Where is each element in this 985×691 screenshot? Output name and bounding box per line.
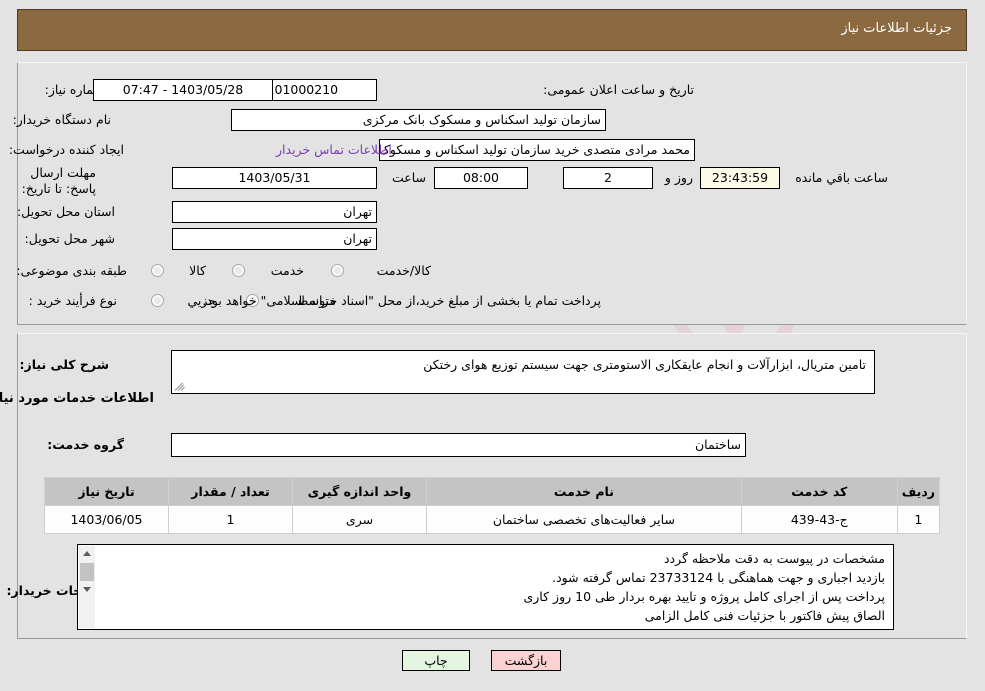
buyer-notes-line: پرداخت پس از اجرای کامل پروژه و تایید به… <box>524 589 886 604</box>
cell-need-date: 1403/06/05 <box>45 505 170 534</box>
page-header-bar: جزئیات اطلاعات نیاز <box>18 9 968 51</box>
resize-grip-icon[interactable] <box>175 380 187 392</box>
public-announce-label: تاریخ و ساعت اعلان عمومی: <box>544 82 695 97</box>
general-desc-value: تامین متریال، ابزارآلات و انجام عایقکاری… <box>424 357 867 372</box>
deadline-label: مهلت ارسال پاسخ: تا تاریخ: <box>22 165 97 196</box>
process-label: نوع فرأیند خرید : <box>29 293 118 308</box>
radio-process-jozi[interactable] <box>152 294 165 307</box>
col-row-no: ردیف <box>897 477 942 506</box>
buyer-contact-link[interactable]: اطلاعات تماس خریدار <box>277 142 393 157</box>
buyer-notes-textarea[interactable]: مشخصات در پیوست به دقت ملاحظه گردد بازدی… <box>78 544 895 630</box>
category-label: طبقه بندی موضوعی: <box>17 263 128 278</box>
radio-category-kala-label: کالا <box>190 263 207 278</box>
table-row: 1 ج-43-439 سایر فعالیت‌های تخصصی ساختمان… <box>45 505 942 534</box>
general-desc-label: شرح کلی نیاز: <box>20 357 110 372</box>
need-details-page: AriaTender.net جزئیات اطلاعات نیاز شماره… <box>0 0 985 691</box>
cell-unit: سری <box>293 505 428 534</box>
countdown-label: ساعت باقي مانده <box>796 170 889 185</box>
notes-scrollbar[interactable] <box>80 546 96 628</box>
col-quantity: تعداد / مقدار <box>169 477 294 506</box>
requester-label: ایجاد کننده درخواست: <box>9 142 125 157</box>
need-summary-panel <box>18 62 968 325</box>
cell-quantity: 1 <box>169 505 294 534</box>
col-unit: واحد اندازه گیری <box>293 477 428 506</box>
col-service-name: نام خدمت <box>427 477 743 506</box>
radio-category-kala-khedmat[interactable] <box>332 264 345 277</box>
col-service-code: کد خدمت <box>741 477 899 506</box>
buyer-notes-body: مشخصات در پیوست به دقت ملاحظه گردد بازدی… <box>79 545 894 629</box>
remaining-days-value: 2 <box>564 167 654 189</box>
buyer-org-value: سازمان تولید اسکناس و مسکوک بانک مرکزی <box>232 109 607 131</box>
province-label: استان محل تحویل: <box>17 204 116 219</box>
services-heading: اطلاعات خدمات مورد نیاز <box>0 391 155 406</box>
province-value: تهران <box>173 201 378 223</box>
countdown-value: 23:43:59 <box>701 167 781 189</box>
city-value: تهران <box>173 228 378 250</box>
service-group-value: ساختمان <box>172 433 747 457</box>
deadline-hour-label: ساعت <box>392 170 427 185</box>
buyer-notes-line: الصاق پیش فاکتور با جزئیات فنی کامل الزا… <box>645 608 886 623</box>
deadline-hour-value: 08:00 <box>435 167 529 189</box>
print-button[interactable]: چاپ <box>403 650 471 671</box>
cell-service-code: ج-43-439 <box>741 505 899 534</box>
radio-category-kala-khedmat-label: کالا/خدمت <box>377 263 432 278</box>
scroll-thumb[interactable] <box>81 563 95 581</box>
deadline-date-value: 1403/05/31 <box>173 167 378 189</box>
general-desc-textarea[interactable]: تامین متریال، ابزارآلات و انجام عایقکاری… <box>172 350 876 394</box>
city-label: شهر محل تحویل: <box>25 231 116 246</box>
requester-value: محمد مرادی متصدی خرید سازمان تولید اسکنا… <box>380 139 696 161</box>
buyer-notes-line: مشخصات در پیوست به دقت ملاحظه گردد <box>664 551 886 566</box>
public-announce-value: 1403/05/28 - 07:47 <box>94 79 274 101</box>
table-header-row: ردیف کد خدمت نام خدمت واحد اندازه گیری ت… <box>45 477 942 506</box>
page-title: جزئیات اطلاعات نیاز <box>842 21 953 36</box>
buyer-notes-line: بازدید اجباری و جهت هماهنگی با 23733124 … <box>553 570 886 585</box>
radio-category-khedmat-label: خدمت <box>271 263 305 278</box>
scroll-up-icon[interactable] <box>80 546 96 562</box>
cell-row-no: 1 <box>897 505 942 534</box>
col-need-date: تاریخ نیاز <box>45 477 170 506</box>
remaining-days-label: روز و <box>665 170 694 185</box>
radio-category-kala[interactable] <box>152 264 165 277</box>
cell-service-name: سایر فعالیت‌های تخصصی ساختمان <box>427 505 743 534</box>
treasury-note: پرداخت تمام یا بخشی از مبلغ خرید،از محل … <box>203 293 602 308</box>
back-button[interactable]: بازگشت <box>492 650 562 671</box>
buyer-org-label: نام دستگاه خریدار: <box>13 112 112 127</box>
service-group-label: گروه خدمت: <box>48 437 125 452</box>
need-number-label: شماره نیاز: <box>45 82 105 97</box>
scroll-down-icon[interactable] <box>80 582 96 598</box>
services-table: ردیف کد خدمت نام خدمت واحد اندازه گیری ت… <box>45 477 942 534</box>
radio-category-khedmat[interactable] <box>233 264 246 277</box>
